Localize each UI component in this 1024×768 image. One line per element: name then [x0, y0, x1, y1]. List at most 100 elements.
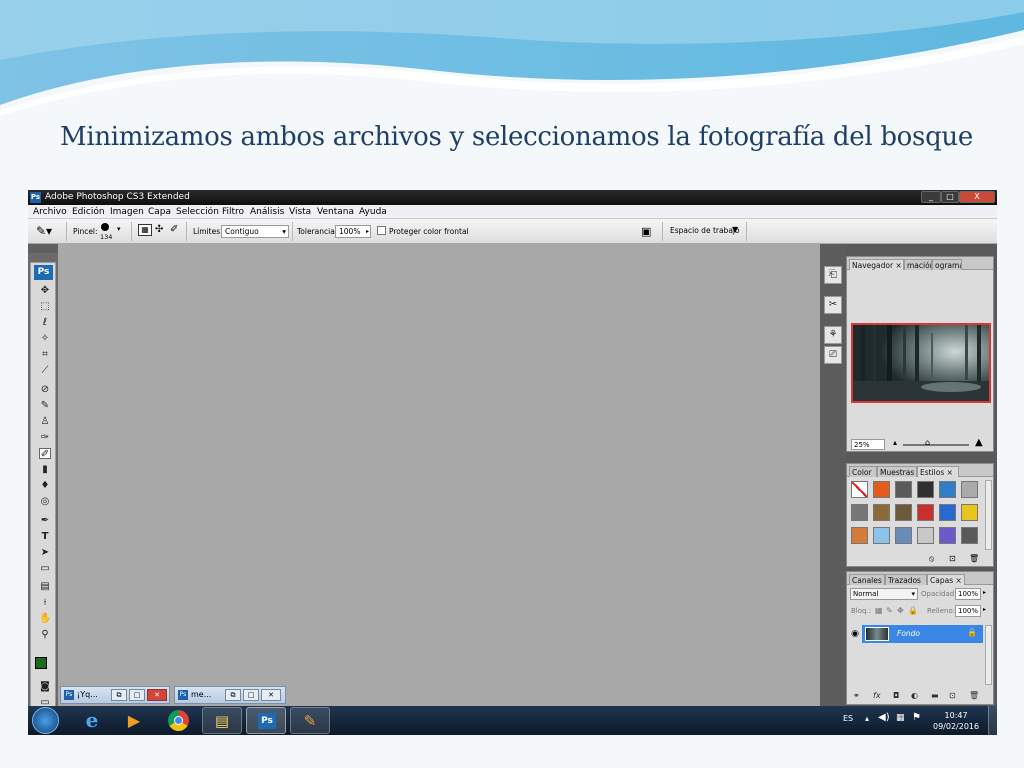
doc-1-maximize-icon[interactable]: □	[129, 689, 145, 701]
clear-style-icon[interactable]: ⦸	[929, 554, 934, 564]
tray-arrow-icon[interactable]: ▴	[865, 714, 869, 723]
palette-well-icon[interactable]: ▣	[641, 225, 651, 238]
doc-1-close-icon[interactable]: ✕	[147, 689, 167, 701]
style-swatch[interactable]	[961, 527, 978, 544]
tools-dock-icon[interactable]: ✂	[824, 296, 842, 314]
style-swatch[interactable]	[917, 481, 934, 498]
new-layer-icon[interactable]: ⊡	[949, 691, 956, 700]
maximize-button[interactable]: □	[941, 191, 959, 203]
doc-1-restore-icon[interactable]: ⧉	[111, 689, 127, 701]
blend-mode-select[interactable]: Normal ▾	[850, 588, 918, 600]
tab-canales[interactable]: Canales	[849, 574, 885, 585]
zoom-icon[interactable]: ⚲	[39, 629, 51, 640]
tab-informacion[interactable]: mación	[904, 259, 932, 270]
tab-estilos[interactable]: Estilos ×	[917, 466, 959, 477]
move-icon[interactable]: ✥	[39, 285, 51, 296]
minimized-doc-1[interactable]: Ps ¡Yq... ⧉ □ ✕	[60, 686, 170, 704]
action-center-flag-icon[interactable]: ⚑	[912, 712, 921, 723]
brush-icon[interactable]: ✎	[39, 400, 51, 411]
doc-2-restore-icon[interactable]: ⧉	[225, 689, 241, 701]
delete-layer-icon[interactable]: 🗑	[969, 691, 979, 700]
style-swatch[interactable]	[917, 527, 934, 544]
blur-icon[interactable]: ♦	[39, 480, 51, 491]
menu-analisis[interactable]: Análisis	[250, 205, 284, 219]
new-group-icon[interactable]: ▬	[931, 691, 939, 700]
minimize-button[interactable]: _	[921, 191, 941, 203]
opacity-arrow-icon[interactable]: ▸	[983, 589, 986, 596]
notes-icon[interactable]: ▤	[39, 581, 51, 592]
zoom-in-icon[interactable]: ▲	[975, 437, 983, 448]
navigator-zoom[interactable]: 25%	[851, 439, 885, 450]
fill-field[interactable]: 100%	[955, 605, 981, 617]
lock-all-icon[interactable]: 🔒	[908, 606, 918, 615]
styles-scrollbar[interactable]	[985, 480, 992, 550]
delete-style-icon[interactable]: 🗑	[969, 554, 979, 563]
lock-position-icon[interactable]: ✥	[897, 606, 904, 615]
menu-imagen[interactable]: Imagen	[110, 205, 144, 219]
style-swatch[interactable]	[961, 481, 978, 498]
menu-edicion[interactable]: Edición	[72, 205, 105, 219]
style-swatch[interactable]	[851, 481, 868, 498]
zoom-slider-handle-icon[interactable]: ⌂	[925, 438, 930, 447]
minimized-doc-2[interactable]: Ps me... ⧉ □ ✕	[174, 686, 286, 704]
limits-select[interactable]: Contiguo ▾	[221, 225, 289, 238]
hand-icon[interactable]: ✋	[39, 613, 51, 624]
tolerance-field[interactable]: 100% ▸	[335, 225, 371, 238]
link-layers-icon[interactable]: ⚭	[853, 691, 860, 700]
brush-preview-icon[interactable]	[101, 223, 109, 231]
menu-seleccion[interactable]: Selección	[176, 205, 219, 219]
zoom-out-icon[interactable]: ▴	[893, 438, 897, 447]
zoom-slider[interactable]	[903, 444, 969, 446]
sampling-swatch-icon[interactable]: ✐	[170, 224, 178, 235]
sampling-once-icon[interactable]: ✣	[155, 224, 163, 235]
style-swatch[interactable]	[895, 527, 912, 544]
workspace-label[interactable]: Espacio de trabajo	[670, 226, 740, 235]
menu-ventana[interactable]: Ventana	[317, 205, 354, 219]
close-button[interactable]: X	[959, 191, 995, 203]
magic-wand-icon[interactable]: ✧	[39, 333, 51, 344]
style-swatch[interactable]	[895, 504, 912, 521]
tab-trazados[interactable]: Trazados	[885, 574, 927, 585]
sampling-mode-icon[interactable]: ▦	[138, 224, 152, 236]
fill-arrow-icon[interactable]: ▸	[983, 606, 986, 613]
tab-navegador[interactable]: Navegador ×	[849, 259, 904, 270]
path-select-icon[interactable]: ➤	[39, 547, 51, 558]
layers-scrollbar[interactable]	[985, 625, 992, 685]
tab-capas[interactable]: Capas ×	[927, 574, 965, 585]
quick-mask-icon[interactable]: ◙	[39, 681, 51, 692]
new-style-icon[interactable]: ⊡	[949, 554, 956, 563]
style-swatch[interactable]	[917, 504, 934, 521]
tab-histograma[interactable]: ograma	[932, 259, 962, 270]
actions-dock-icon[interactable]: ⚘	[824, 326, 842, 344]
clock[interactable]: 10:47 09/02/2016	[933, 710, 979, 732]
menu-archivo[interactable]: Archivo	[33, 205, 67, 219]
brush-dropdown-icon[interactable]: ▾	[117, 225, 121, 233]
chrome-icon[interactable]	[158, 707, 198, 734]
style-swatch[interactable]	[851, 527, 868, 544]
style-swatch[interactable]	[873, 481, 890, 498]
internet-explorer-icon[interactable]: e	[72, 707, 112, 734]
style-swatch[interactable]	[939, 481, 956, 498]
eyedropper-icon[interactable]: ⟊	[39, 597, 51, 608]
opacity-field[interactable]: 100%	[955, 588, 981, 600]
start-button-icon[interactable]	[32, 707, 59, 734]
menu-ayuda[interactable]: Ayuda	[359, 205, 387, 219]
lock-transparency-icon[interactable]: ▦	[875, 606, 883, 615]
healing-icon[interactable]: ⊘	[39, 384, 51, 395]
layer-mask-icon[interactable]: ◘	[893, 691, 899, 700]
stamp-icon[interactable]: ♙	[39, 416, 51, 427]
file-explorer-icon[interactable]: ▤	[202, 707, 242, 734]
style-swatch[interactable]	[873, 504, 890, 521]
style-swatch[interactable]	[873, 527, 890, 544]
visibility-eye-icon[interactable]: ◉	[848, 625, 862, 643]
gradient-icon[interactable]: ▮	[39, 464, 51, 475]
history-dock-icon[interactable]: ⎗	[824, 266, 842, 284]
doc-2-close-icon[interactable]: ✕	[261, 689, 281, 701]
shape-icon[interactable]: ▭	[39, 563, 51, 574]
style-swatch[interactable]	[961, 504, 978, 521]
tab-color[interactable]: Color	[849, 466, 877, 477]
style-swatch[interactable]	[939, 504, 956, 521]
style-swatch[interactable]	[895, 481, 912, 498]
menu-vista[interactable]: Vista	[289, 205, 311, 219]
background-eraser-icon[interactable]: ✐	[39, 448, 51, 460]
